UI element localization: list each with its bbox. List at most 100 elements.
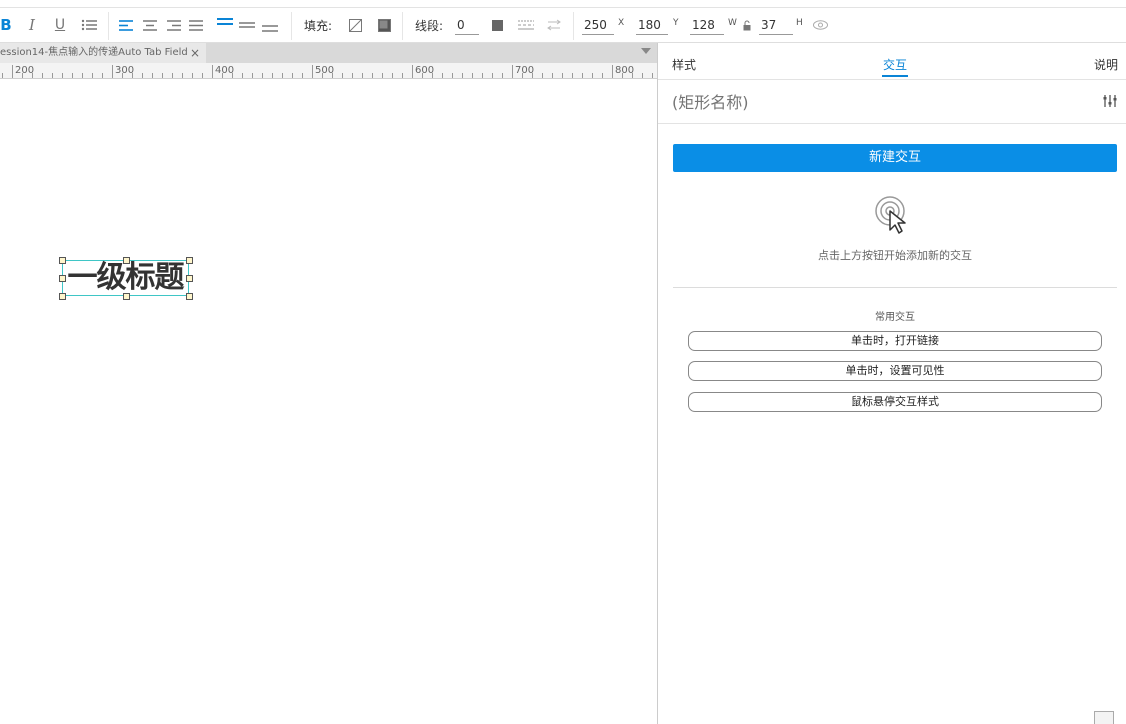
italic-button[interactable]: I	[24, 8, 40, 42]
ruler-tick	[592, 73, 593, 78]
valign-middle-button[interactable]	[238, 8, 256, 42]
visibility-button[interactable]	[811, 8, 829, 42]
tab-style[interactable]: 样式	[672, 56, 696, 73]
ruler-tick	[192, 73, 193, 78]
align-center-button[interactable]	[142, 8, 158, 42]
widget-name-input[interactable]	[672, 92, 1072, 112]
ruler-tick	[302, 73, 303, 78]
selected-rectangle-widget[interactable]: 一级标题	[59, 257, 193, 300]
ruler-tick	[52, 73, 53, 78]
x-position-field[interactable]: 250	[582, 17, 614, 35]
y-position-field[interactable]: 180	[636, 17, 668, 35]
stroke-style-icon	[518, 20, 534, 30]
align-right-button[interactable]	[166, 8, 182, 42]
settings-sliders-icon[interactable]	[1102, 93, 1118, 109]
widget-name-row	[658, 81, 1126, 124]
valign-bottom-button[interactable]	[261, 8, 279, 42]
horizontal-ruler: 200 300 400 500 600 700 800	[0, 63, 657, 79]
width-field[interactable]: 128	[690, 17, 724, 35]
unlock-icon	[743, 20, 750, 30]
design-canvas[interactable]: 一级标题	[0, 80, 657, 724]
tab-interaction[interactable]: 交互	[883, 56, 907, 73]
ruler-tick	[272, 73, 273, 78]
shadow-button[interactable]	[376, 8, 392, 42]
ruler-major-tick	[612, 65, 613, 78]
panel-collapse-icon[interactable]	[1094, 711, 1114, 724]
tab-notes[interactable]: 说明	[1094, 56, 1118, 73]
ruler-tick	[142, 73, 143, 78]
resize-handle-ne[interactable]	[186, 257, 193, 264]
fill-color-button[interactable]	[347, 8, 363, 42]
common-interaction-hover-style[interactable]: 鼠标悬停交互样式	[688, 392, 1102, 412]
toolbar-divider	[291, 12, 292, 40]
h-suffix: H	[796, 18, 803, 28]
widget-heading-text[interactable]: 一级标题	[63, 261, 188, 295]
ruler-tick	[162, 73, 163, 78]
active-tab-indicator	[882, 75, 908, 77]
resize-handle-e[interactable]	[186, 275, 193, 282]
ruler-tick	[92, 73, 93, 78]
common-interaction-set-visibility[interactable]: 单击时，设置可见性	[688, 361, 1102, 381]
ruler-label: 400	[215, 65, 235, 76]
aspect-lock-button[interactable]	[740, 8, 754, 42]
ruler-tick	[572, 73, 573, 78]
align-left-icon	[119, 19, 133, 31]
align-center-icon	[143, 19, 157, 31]
ruler-major-tick	[112, 65, 113, 78]
arrow-style-button[interactable]	[545, 8, 563, 42]
ruler-label: 800	[615, 65, 635, 76]
stroke-style-button[interactable]	[517, 8, 535, 42]
ruler-tick	[652, 73, 653, 78]
height-field[interactable]: 37	[759, 17, 793, 35]
resize-handle-w[interactable]	[59, 275, 66, 282]
ruler-tick	[492, 73, 493, 78]
resize-handle-se[interactable]	[186, 293, 193, 300]
ruler-tick	[542, 73, 543, 78]
justify-button[interactable]	[188, 8, 204, 42]
ruler-tick	[82, 73, 83, 78]
format-toolbar: B I U 填充: 线段: 0 250 X 180 Y 128 W 37 H	[0, 7, 1126, 43]
new-interaction-button[interactable]: 新建交互	[673, 144, 1117, 172]
ruler-major-tick	[12, 65, 13, 78]
close-tab-icon[interactable]: ×	[188, 43, 202, 63]
bullet-list-button[interactable]	[80, 8, 98, 42]
toolbar-divider	[573, 12, 574, 40]
ruler-label: 300	[115, 65, 135, 76]
resize-handle-nw[interactable]	[59, 257, 66, 264]
document-tab[interactable]: ession14-焦点输入的传递Auto Tab Field ×	[0, 43, 206, 63]
y-suffix: Y	[673, 18, 679, 28]
toolbar-divider	[402, 12, 403, 40]
stroke-width-field[interactable]: 0	[455, 17, 479, 35]
ruler-tick	[502, 73, 503, 78]
ruler-tick	[182, 73, 183, 78]
ruler-tick	[482, 73, 483, 78]
bold-button[interactable]: B	[0, 8, 12, 42]
valign-top-button[interactable]	[216, 8, 234, 42]
document-tab-title: ession14-焦点输入的传递Auto Tab Field	[0, 47, 188, 58]
empty-interaction-hint: 点击上方按钮开始添加新的交互	[818, 249, 972, 262]
ruler-tick	[352, 73, 353, 78]
ruler-tick	[392, 73, 393, 78]
ruler-tick	[72, 73, 73, 78]
tab-dropdown-icon[interactable]	[641, 48, 651, 54]
ruler-tick	[42, 73, 43, 78]
ruler-tick	[582, 73, 583, 78]
stroke-color-button[interactable]	[490, 8, 504, 42]
ruler-tick	[402, 73, 403, 78]
ruler-major-tick	[312, 65, 313, 78]
common-interaction-open-link[interactable]: 单击时，打开链接	[688, 331, 1102, 351]
w-suffix: W	[728, 18, 737, 28]
align-left-button[interactable]	[118, 8, 134, 42]
ruler-tick	[172, 73, 173, 78]
ruler-tick	[642, 73, 643, 78]
resize-handle-sw[interactable]	[59, 293, 66, 300]
stroke-label: 线段:	[414, 18, 444, 33]
ruler-tick	[452, 73, 453, 78]
underline-button[interactable]: U	[52, 8, 68, 42]
ruler-major-tick	[412, 65, 413, 78]
resize-handle-n[interactable]	[123, 257, 130, 264]
ruler-tick	[562, 73, 563, 78]
resize-handle-s[interactable]	[123, 293, 130, 300]
valign-bottom-icon	[262, 25, 278, 32]
ruler-tick	[342, 73, 343, 78]
